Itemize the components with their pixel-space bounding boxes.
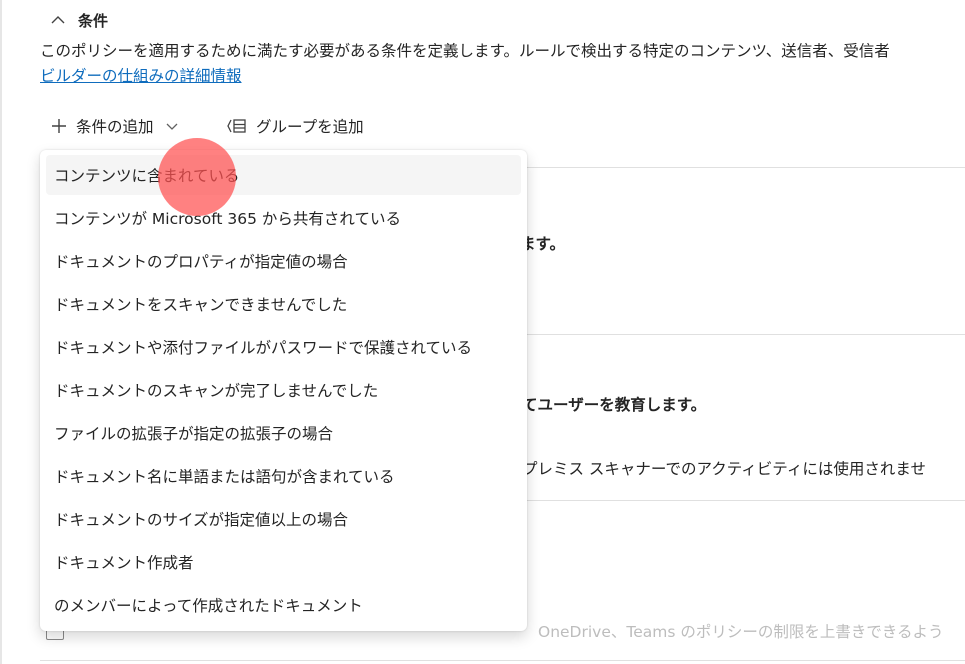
conditions-section-toggle[interactable]: 条件: [48, 8, 108, 32]
menu-item-scan-incomplete[interactable]: ドキュメントのスキャンが完了しませんでした: [46, 370, 521, 410]
menu-item-document-unscannable[interactable]: ドキュメントをスキャンできませんでした: [46, 284, 521, 324]
add-group-label: グループを追加: [256, 118, 364, 136]
add-condition-menu: コンテンツに含まれている コンテンツが Microsoft 365 から共有され…: [40, 150, 527, 631]
add-condition-label: 条件の追加: [76, 118, 154, 136]
menu-item-document-property[interactable]: ドキュメントのプロパティが指定値の場合: [46, 241, 521, 281]
left-border: [0, 0, 2, 664]
group-icon: [227, 119, 246, 133]
add-condition-button[interactable]: 条件の追加: [50, 112, 180, 140]
add-group-button[interactable]: グループを追加: [226, 112, 364, 140]
menu-item-document-author[interactable]: ドキュメント作成者: [46, 542, 521, 582]
plus-icon: [52, 119, 66, 133]
menu-item-password-protected[interactable]: ドキュメントや添付ファイルがパスワードで保護されている: [46, 327, 521, 367]
section-description: このポリシーを適用するために満たす必要がある条件を定義します。ルールで検出する特…: [40, 42, 890, 60]
menu-item-document-name[interactable]: ドキュメント名に単語または語句が含まれている: [46, 456, 521, 496]
menu-item-content-contains[interactable]: コンテンツに含まれている: [46, 155, 521, 195]
background-text-4: OneDrive、Teams のポリシーの制限を上書きできるよう: [538, 623, 944, 641]
menu-item-file-extension[interactable]: ファイルの拡張子が指定の拡張子の場合: [46, 413, 521, 453]
menu-item-content-shared[interactable]: コンテンツが Microsoft 365 から共有されている: [46, 198, 521, 238]
chevron-up-icon: [51, 16, 65, 24]
learn-more-link[interactable]: ビルダーの仕組みの詳細情報: [40, 64, 242, 88]
chevron-down-icon: [166, 123, 177, 130]
background-text-3: プレミス スキャナーでのアクティビティには使用されませ: [522, 460, 926, 478]
section-title: 条件: [78, 11, 109, 30]
background-text-2: てユーザーを教育します。: [522, 396, 707, 414]
menu-item-document-size[interactable]: ドキュメントのサイズが指定値以上の場合: [46, 499, 521, 539]
divider: [40, 660, 965, 661]
menu-item-created-by-member[interactable]: のメンバーによって作成されたドキュメント: [46, 585, 521, 625]
